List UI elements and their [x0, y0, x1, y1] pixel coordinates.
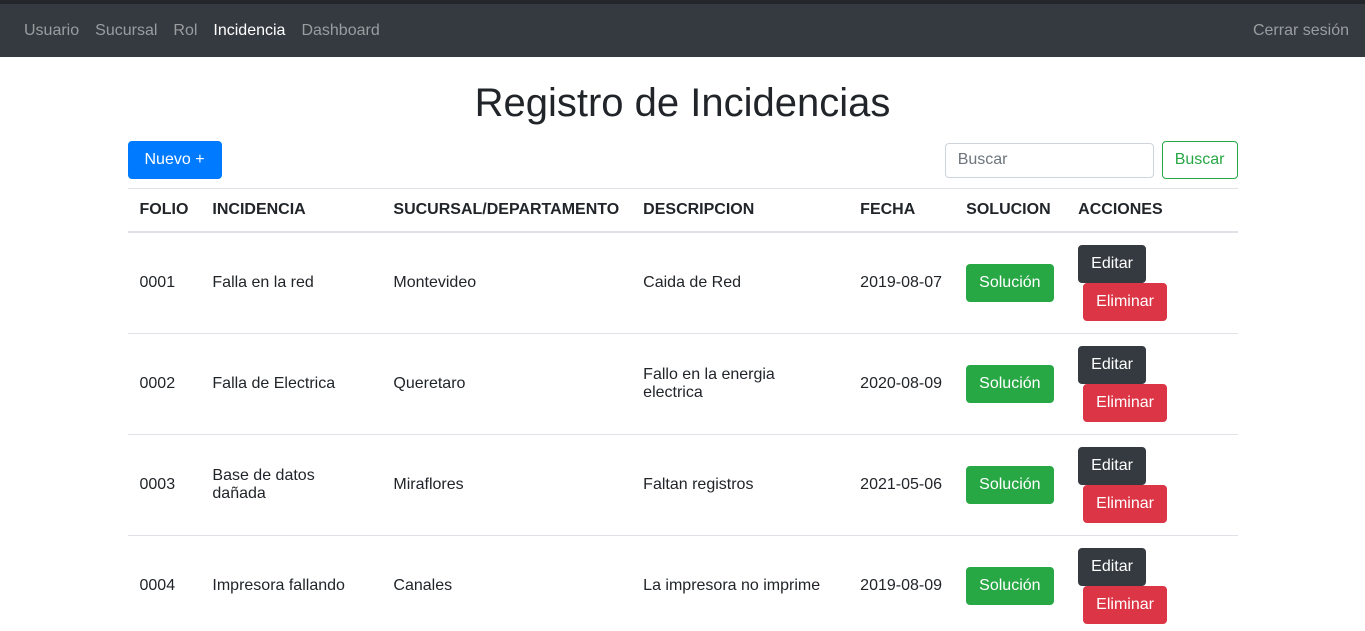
table-row: 0003 Base de datos dañada Miraflores Fal… — [127, 434, 1238, 536]
cell-fecha: 2019-08-07 — [860, 274, 943, 291]
nav-item-rol[interactable]: Rol — [165, 14, 205, 48]
solution-button[interactable]: Solución — [966, 365, 1054, 403]
cell-fecha: 2020-08-09 — [848, 333, 955, 435]
table-row: 0004 Impresora fallando Canales La impre… — [127, 535, 1238, 631]
delete-button[interactable]: Eliminar — [1083, 485, 1167, 523]
edit-button[interactable]: Editar — [1078, 548, 1146, 586]
cell-sucursal: Queretaro — [381, 333, 632, 435]
navbar-menu: Usuario Sucursal Rol Incidencia Dashboar… — [16, 14, 388, 48]
cell-folio: 0001 — [139, 274, 176, 291]
table-row: 0002 Falla de Electrica Queretaro Fallo … — [127, 333, 1238, 435]
cell-folio: 0003 — [127, 434, 201, 536]
table-row: 0001 Falla en la red Montevideo Caida de… — [128, 232, 1238, 334]
edit-button[interactable]: Editar — [1078, 346, 1146, 384]
cell-incidencia: Impresora fallando — [200, 535, 382, 631]
cell-incidencia: Base de datos dañada — [200, 434, 382, 536]
header-acciones: ACCIONES — [1066, 188, 1238, 233]
cell-descripcion: Caida de Red — [643, 274, 742, 291]
cell-descripcion: La impresora no imprime — [631, 535, 849, 631]
header-incidencia: INCIDENCIA — [200, 188, 382, 233]
header-descripcion: DESCRIPCION — [631, 188, 849, 233]
cell-fecha: 2021-05-06 — [848, 434, 955, 536]
cell-fecha: 2019-08-09 — [848, 535, 955, 631]
search-button[interactable]: Buscar — [1161, 141, 1238, 179]
edit-button[interactable]: Editar — [1078, 447, 1146, 485]
new-incident-button[interactable]: Nuevo + — [127, 141, 222, 179]
cell-sucursal: Montevideo — [393, 274, 477, 291]
cell-sucursal: Canales — [381, 535, 632, 631]
cell-descripcion: Fallo en la energia electrica — [631, 333, 849, 435]
header-solucion: SOLUCION — [954, 188, 1067, 233]
toolbar: Nuevo + Buscar — [127, 141, 1238, 179]
edit-button[interactable]: Editar — [1078, 245, 1146, 283]
cell-folio: 0002 — [127, 333, 201, 435]
header-fecha: FECHA — [848, 188, 955, 233]
cell-incidencia: Falla de Electrica — [200, 333, 382, 435]
search-input[interactable] — [944, 142, 1154, 178]
nav-item-dashboard[interactable]: Dashboard — [293, 14, 387, 48]
delete-button[interactable]: Eliminar — [1083, 283, 1167, 321]
search-group: Buscar — [944, 141, 1238, 179]
cell-folio: 0004 — [127, 535, 201, 631]
solution-button[interactable]: Solución — [966, 466, 1054, 504]
cell-sucursal: Miraflores — [381, 434, 632, 536]
nav-item-sucursal[interactable]: Sucursal — [87, 14, 165, 48]
page-title: Registro de Incidencias — [474, 81, 891, 125]
main-content: Registro de Incidencias Nuevo + Buscar F… — [113, 79, 1253, 631]
nav-item-usuario[interactable]: Usuario — [16, 14, 87, 48]
nav-item-incidencia[interactable]: Incidencia — [205, 14, 293, 48]
delete-button[interactable]: Eliminar — [1083, 586, 1167, 624]
solution-button[interactable]: Solución — [966, 567, 1054, 605]
header-folio: FOLIO — [127, 188, 201, 233]
header-sucursal: SUCURSAL/DEPARTAMENTO — [381, 188, 632, 233]
cell-incidencia: Falla en la red — [212, 274, 314, 291]
table-header: FOLIO INCIDENCIA SUCURSAL/DEPARTAMENTO D… — [127, 188, 1238, 233]
logout-link[interactable]: Cerrar sesión — [1253, 14, 1349, 48]
navbar: Usuario Sucursal Rol Incidencia Dashboar… — [0, 4, 1365, 57]
incidents-table: FOLIO INCIDENCIA SUCURSAL/DEPARTAMENTO D… — [127, 188, 1238, 631]
solution-button[interactable]: Solución — [966, 264, 1054, 302]
cell-descripcion: Faltan registros — [631, 434, 849, 536]
delete-button[interactable]: Eliminar — [1083, 384, 1167, 422]
